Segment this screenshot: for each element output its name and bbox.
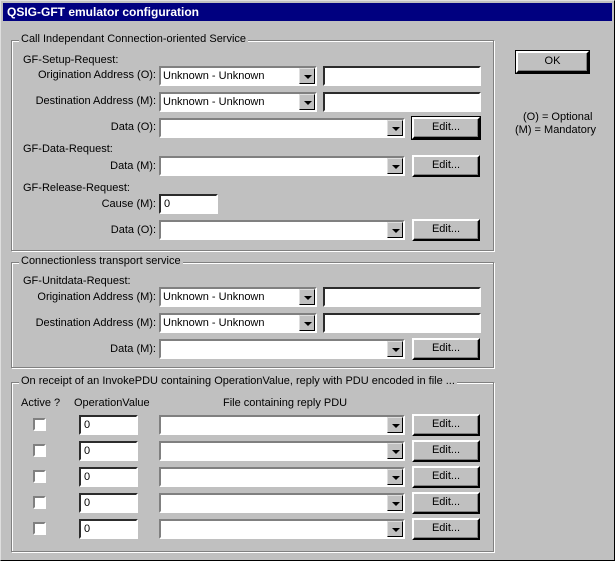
reply-file-select[interactable] bbox=[159, 519, 405, 539]
optional-note: (O) = Optional bbox=[523, 111, 593, 123]
chevron-down-icon[interactable] bbox=[299, 315, 315, 331]
setup-data-label: Data (O): bbox=[110, 121, 156, 133]
reply-file-edit-button[interactable]: Edit... bbox=[412, 466, 480, 488]
data-request-data-select[interactable] bbox=[159, 156, 405, 176]
data-request-data-label: Data (M): bbox=[110, 160, 156, 172]
chevron-down-icon[interactable] bbox=[299, 68, 315, 84]
release-request-heading: GF-Release-Request: bbox=[23, 182, 130, 194]
chevron-down-icon[interactable] bbox=[387, 417, 403, 433]
unitdata-data-edit-button[interactable]: Edit... bbox=[412, 338, 480, 360]
unitdata-origination-select[interactable]: Unknown - Unknown bbox=[159, 287, 317, 307]
chevron-down-icon[interactable] bbox=[387, 222, 403, 238]
reply-file-edit-button[interactable]: Edit... bbox=[412, 518, 480, 540]
opvalue-input[interactable]: 0 bbox=[79, 441, 138, 461]
unitdata-destination-input[interactable] bbox=[323, 313, 481, 333]
reply-pdu-group-title: On receipt of an InvokePDU containing Op… bbox=[19, 375, 457, 388]
reply-file-select[interactable] bbox=[159, 493, 405, 513]
setup-origination-label: Origination Address (O): bbox=[38, 69, 156, 81]
opvalue-input[interactable]: 0 bbox=[79, 415, 138, 435]
unitdata-origination-input[interactable] bbox=[323, 287, 481, 307]
active-checkbox[interactable] bbox=[33, 522, 46, 535]
setup-origination-input[interactable] bbox=[323, 66, 481, 86]
ok-button[interactable]: OK bbox=[515, 50, 590, 74]
setup-destination-select[interactable]: Unknown - Unknown bbox=[159, 92, 317, 112]
file-column-header: File containing reply PDU bbox=[223, 397, 348, 409]
connectionless-group-title: Connectionless transport service bbox=[19, 255, 183, 268]
data-request-heading: GF-Data-Request: bbox=[23, 143, 113, 155]
active-column-header: Active ? bbox=[21, 397, 61, 409]
unitdata-request-heading: GF-Unitdata-Request: bbox=[23, 275, 131, 287]
chevron-down-icon[interactable] bbox=[299, 94, 315, 110]
data-request-edit-button[interactable]: Edit... bbox=[412, 155, 480, 177]
setup-data-select[interactable] bbox=[159, 118, 405, 138]
setup-destination-value: Unknown - Unknown bbox=[163, 96, 265, 108]
reply-file-select[interactable] bbox=[159, 415, 405, 435]
mandatory-note: (M) = Mandatory bbox=[515, 124, 596, 136]
opvalue-column-header: OperationValue bbox=[74, 397, 150, 409]
unitdata-origination-label: Origination Address (M): bbox=[37, 291, 156, 303]
config-dialog: QSIG-GFT emulator configuration OK (O) =… bbox=[0, 0, 615, 561]
connection-oriented-group-title: Call Independant Connection-oriented Ser… bbox=[19, 33, 249, 46]
active-checkbox[interactable] bbox=[33, 470, 46, 483]
setup-origination-value: Unknown - Unknown bbox=[163, 70, 265, 82]
reply-file-select[interactable] bbox=[159, 467, 405, 487]
release-data-select[interactable] bbox=[159, 220, 405, 240]
release-cause-input[interactable]: 0 bbox=[159, 194, 218, 214]
opvalue-input[interactable]: 0 bbox=[79, 467, 138, 487]
setup-request-heading: GF-Setup-Request: bbox=[23, 54, 119, 66]
unitdata-destination-select[interactable]: Unknown - Unknown bbox=[159, 313, 317, 333]
setup-origination-select[interactable]: Unknown - Unknown bbox=[159, 66, 317, 86]
reply-file-edit-button[interactable]: Edit... bbox=[412, 440, 480, 462]
unitdata-origination-value: Unknown - Unknown bbox=[163, 291, 265, 303]
chevron-down-icon[interactable] bbox=[387, 495, 403, 511]
chevron-down-icon[interactable] bbox=[387, 341, 403, 357]
dialog-title: QSIG-GFT emulator configuration bbox=[3, 3, 612, 21]
active-checkbox[interactable] bbox=[33, 444, 46, 457]
opvalue-input[interactable]: 0 bbox=[79, 519, 138, 539]
reply-file-edit-button[interactable]: Edit... bbox=[412, 414, 480, 436]
setup-data-edit-button[interactable]: Edit... bbox=[411, 116, 481, 140]
chevron-down-icon[interactable] bbox=[387, 120, 403, 136]
unitdata-data-select[interactable] bbox=[159, 339, 405, 359]
unitdata-destination-value: Unknown - Unknown bbox=[163, 317, 265, 329]
release-cause-label: Cause (M): bbox=[101, 198, 156, 210]
chevron-down-icon[interactable] bbox=[387, 443, 403, 459]
chevron-down-icon[interactable] bbox=[387, 158, 403, 174]
unitdata-destination-label: Destination Address (M): bbox=[35, 317, 156, 329]
setup-destination-label: Destination Address (M): bbox=[35, 95, 156, 107]
active-checkbox[interactable] bbox=[33, 496, 46, 509]
active-checkbox[interactable] bbox=[33, 418, 46, 431]
chevron-down-icon[interactable] bbox=[387, 469, 403, 485]
release-data-label: Data (O): bbox=[110, 224, 156, 236]
reply-file-edit-button[interactable]: Edit... bbox=[412, 492, 480, 514]
chevron-down-icon[interactable] bbox=[299, 289, 315, 305]
reply-file-select[interactable] bbox=[159, 441, 405, 461]
opvalue-input[interactable]: 0 bbox=[79, 493, 138, 513]
release-data-edit-button[interactable]: Edit... bbox=[412, 219, 480, 241]
unitdata-data-label: Data (M): bbox=[110, 343, 156, 355]
setup-destination-input[interactable] bbox=[323, 92, 481, 112]
chevron-down-icon[interactable] bbox=[387, 521, 403, 537]
